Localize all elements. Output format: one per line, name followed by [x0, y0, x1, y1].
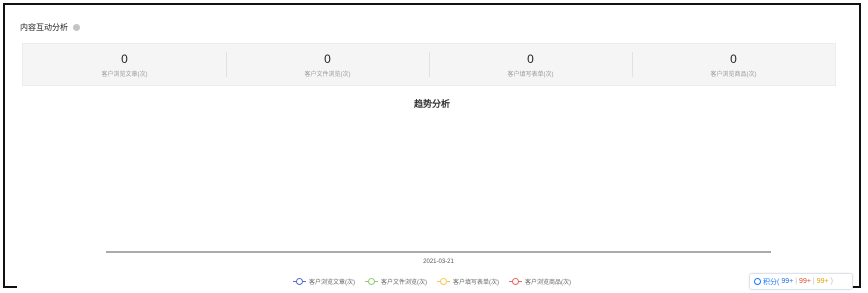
chart-legend: 客户浏览文章(次) 客户文件浏览(次) 客户填写表单(次) 客户浏览商品(次) — [17, 277, 847, 286]
legend-marker-icon — [365, 278, 378, 285]
widget-end: ) — [830, 278, 833, 285]
legend-label: 客户文件浏览(次) — [381, 280, 427, 286]
stat-value: 0 — [121, 51, 128, 66]
x-tick-label: 2021-03-21 — [423, 259, 454, 265]
legend-item[interactable]: 客户填写表单(次) — [437, 277, 499, 286]
page-frame: 内容互动分析 0 客户浏览文章(次) 0 客户文件浏览(次) 0 客户填写表单(… — [3, 3, 861, 290]
stat-value: 0 — [324, 51, 331, 66]
stat-label: 客户文件浏览(次) — [304, 71, 351, 78]
legend-label: 客户浏览文章(次) — [309, 280, 355, 286]
section-title: 内容互动分析 — [20, 22, 68, 32]
separator: | — [795, 278, 798, 285]
legend-marker-icon — [509, 278, 522, 285]
stat-label: 客户浏览文章(次) — [101, 71, 148, 78]
stat-value: 0 — [527, 51, 534, 66]
points-icon — [754, 278, 761, 285]
stat-label: 客户填写表单(次) — [507, 71, 554, 78]
legend-item[interactable]: 客户文件浏览(次) — [365, 277, 427, 286]
legend-item[interactable]: 客户浏览文章(次) — [293, 277, 355, 286]
points-value-2: 99+ — [799, 278, 811, 285]
stat-value: 0 — [730, 51, 737, 66]
points-label: 积分( — [763, 278, 780, 286]
stat-form-fills: 0 客户填写表单(次) — [429, 44, 632, 85]
points-widget[interactable]: 积分( 99+ | 99+ | 99+ ) — [749, 273, 853, 290]
info-icon[interactable] — [73, 23, 80, 31]
points-value-3: 99+ — [816, 278, 829, 285]
legend-label: 客户浏览商品(次) — [525, 280, 571, 286]
stat-label: 客户浏览商品(次) — [710, 71, 757, 78]
legend-label: 客户填写表单(次) — [453, 280, 499, 286]
legend-marker-icon — [293, 278, 306, 285]
trend-chart: 2021-03-21 — [106, 251, 771, 265]
stat-file-views: 0 客户文件浏览(次) — [226, 44, 429, 85]
points-value-1: 99+ — [781, 278, 794, 285]
legend-marker-icon — [437, 278, 450, 285]
separator: | — [812, 278, 815, 285]
section-header: 内容互动分析 — [20, 19, 80, 35]
stats-bar: 0 客户浏览文章(次) 0 客户文件浏览(次) 0 客户填写表单(次) 0 客户… — [22, 43, 836, 86]
content-interaction-panel: 内容互动分析 0 客户浏览文章(次) 0 客户文件浏览(次) 0 客户填写表单(… — [17, 9, 847, 290]
stat-product-views: 0 客户浏览商品(次) — [632, 44, 835, 85]
stat-article-views: 0 客户浏览文章(次) — [23, 44, 226, 85]
legend-item[interactable]: 客户浏览商品(次) — [509, 277, 571, 286]
